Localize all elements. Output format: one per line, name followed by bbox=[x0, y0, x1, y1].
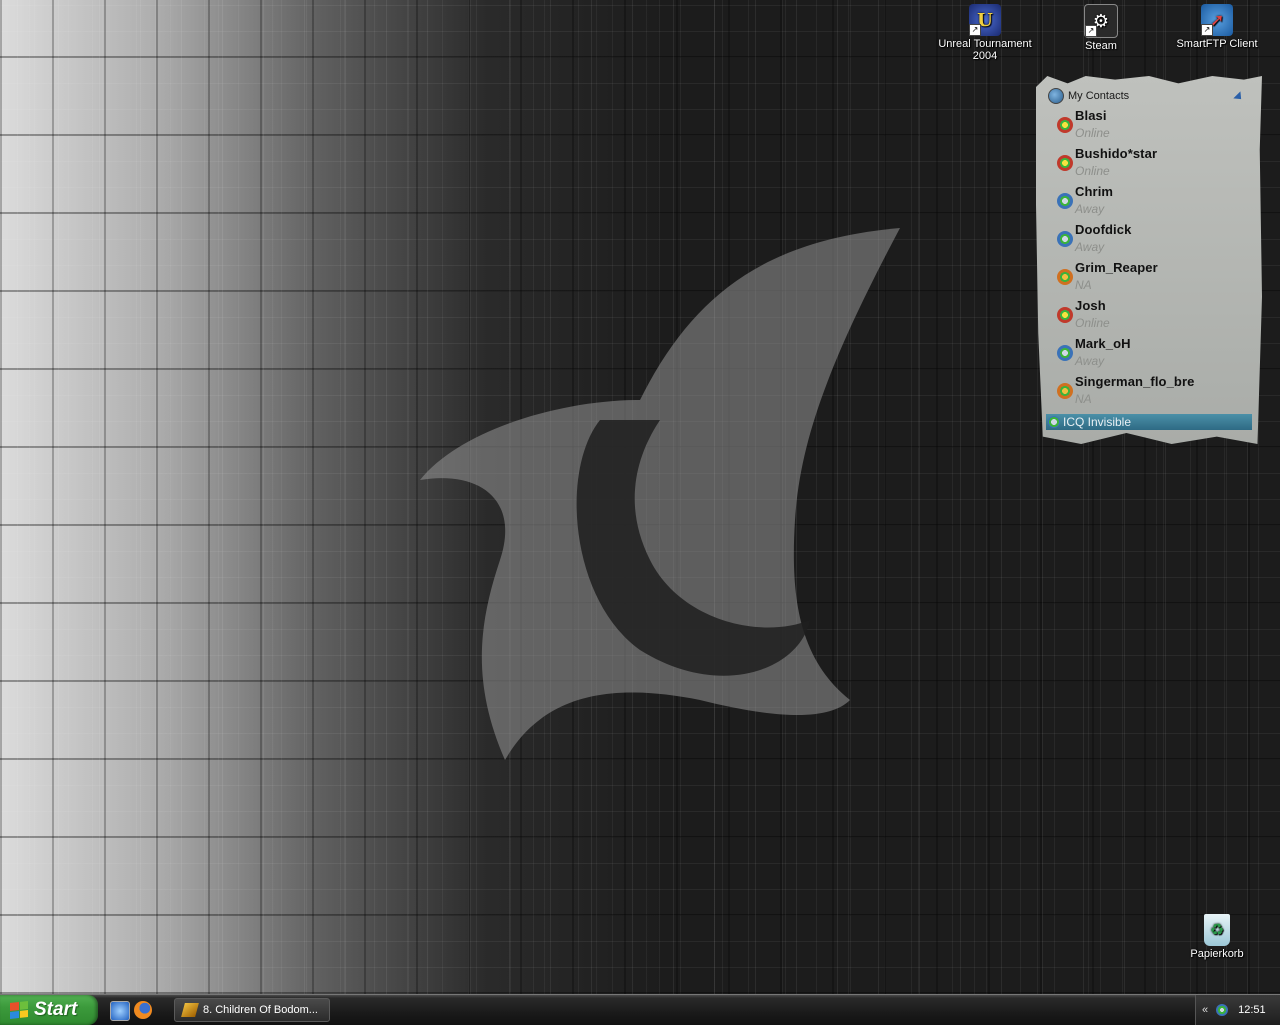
smartftp-icon: ➚ ↗ bbox=[1201, 4, 1233, 36]
winamp-icon bbox=[181, 1003, 199, 1017]
icq-online-icon bbox=[1057, 307, 1073, 323]
collapse-arrow-icon[interactable] bbox=[1233, 91, 1245, 103]
contact-group-label: My Contacts bbox=[1068, 90, 1130, 102]
contact-name: Grim_Reaper bbox=[1075, 260, 1158, 275]
contact-name: Josh bbox=[1075, 298, 1106, 313]
desktop-icon-label: Steam bbox=[1085, 40, 1117, 52]
desktop-icon-smartftp[interactable]: ➚ ↗ SmartFTP Client bbox=[1162, 2, 1272, 50]
recycle-bin-icon: ♻ bbox=[1204, 914, 1230, 946]
contact-name: Doofdick bbox=[1075, 222, 1132, 237]
contact-item-singerman-flo-bre[interactable]: Singerman_flo_bre NA bbox=[1054, 374, 1254, 412]
icq-na-icon bbox=[1057, 269, 1073, 285]
contact-name: Chrim bbox=[1075, 184, 1114, 199]
icq-away-icon bbox=[1057, 345, 1073, 361]
contact-status: Away bbox=[1075, 202, 1105, 216]
tray-expand-chevron-icon[interactable]: « bbox=[1202, 1004, 1208, 1016]
icq-na-icon bbox=[1057, 383, 1073, 399]
contact-group-header[interactable]: My Contacts bbox=[1048, 88, 1129, 104]
desktop-icon-label: Papierkorb bbox=[1190, 948, 1244, 960]
contact-status: Online bbox=[1075, 164, 1110, 178]
contact-item-chrim[interactable]: Chrim Away bbox=[1054, 184, 1254, 222]
clock[interactable]: 12:51 bbox=[1238, 1004, 1266, 1016]
icq-contact-list: My Contacts Blasi Online Bushido*star On… bbox=[1036, 76, 1262, 444]
contact-item-josh[interactable]: Josh Online bbox=[1054, 298, 1254, 336]
contact-status: NA bbox=[1075, 278, 1092, 292]
icq-online-icon bbox=[1057, 155, 1073, 171]
contact-item-grim-reaper[interactable]: Grim_Reaper NA bbox=[1054, 260, 1254, 298]
firefox-icon[interactable] bbox=[134, 1001, 152, 1019]
icq-online-icon bbox=[1057, 117, 1073, 133]
contact-status: Away bbox=[1075, 354, 1105, 368]
icq-status-selector[interactable]: ICQ Invisible bbox=[1046, 414, 1252, 430]
taskbar-button-label: 8. Children Of Bodom... bbox=[203, 1004, 318, 1016]
contact-name: Mark_oH bbox=[1075, 336, 1131, 351]
start-label: Start bbox=[34, 999, 78, 1020]
desktop-icon-unreal-tournament[interactable]: U ↗ Unreal Tournament 2004 bbox=[930, 2, 1040, 62]
contact-name: Blasi bbox=[1075, 108, 1107, 123]
shortcut-arrow-icon: ↗ bbox=[1201, 24, 1213, 36]
system-tray: « 12:51 bbox=[1195, 995, 1280, 1025]
contact-status: NA bbox=[1075, 392, 1092, 406]
icq-away-icon bbox=[1057, 193, 1073, 209]
contact-name: Bushido*star bbox=[1075, 146, 1158, 161]
windows-logo-icon bbox=[10, 1001, 28, 1019]
icq-status-label: ICQ Invisible bbox=[1063, 415, 1132, 429]
taskbar-button-winamp[interactable]: 8. Children Of Bodom... bbox=[174, 998, 330, 1022]
desktop-icon-steam[interactable]: ⚙ ↗ Steam bbox=[1046, 2, 1156, 52]
contact-item-doofdick[interactable]: Doofdick Away bbox=[1054, 222, 1254, 260]
contact-item-bushido-star[interactable]: Bushido*star Online bbox=[1054, 146, 1254, 184]
contact-item-blasi[interactable]: Blasi Online bbox=[1054, 108, 1254, 146]
icq-tray-icon[interactable] bbox=[1216, 1004, 1229, 1016]
contact-status: Online bbox=[1075, 316, 1110, 330]
internet-explorer-icon[interactable] bbox=[110, 1001, 130, 1021]
contacts-group-icon bbox=[1048, 88, 1064, 104]
contact-status: Away bbox=[1075, 240, 1105, 254]
steam-icon: ⚙ ↗ bbox=[1084, 4, 1118, 38]
desktop-icon-label: SmartFTP Client bbox=[1176, 38, 1258, 50]
icq-status-icon bbox=[1048, 416, 1060, 428]
desktop-icon-label: Unreal Tournament 2004 bbox=[938, 38, 1032, 62]
icq-away-icon bbox=[1057, 231, 1073, 247]
contact-item-mark-oh[interactable]: Mark_oH Away bbox=[1054, 336, 1254, 374]
desktop-icon-recycle-bin[interactable]: ♻ Papierkorb bbox=[1162, 912, 1272, 960]
shortcut-arrow-icon: ↗ bbox=[1085, 25, 1097, 37]
contact-status: Online bbox=[1075, 126, 1110, 140]
shortcut-arrow-icon: ↗ bbox=[969, 24, 981, 36]
taskbar: Start 8. Children Of Bodom... « 12:51 bbox=[0, 994, 1280, 1025]
unreal-tournament-icon: U ↗ bbox=[969, 4, 1001, 36]
start-button[interactable]: Start bbox=[0, 995, 98, 1025]
contact-name: Singerman_flo_bre bbox=[1075, 374, 1195, 389]
